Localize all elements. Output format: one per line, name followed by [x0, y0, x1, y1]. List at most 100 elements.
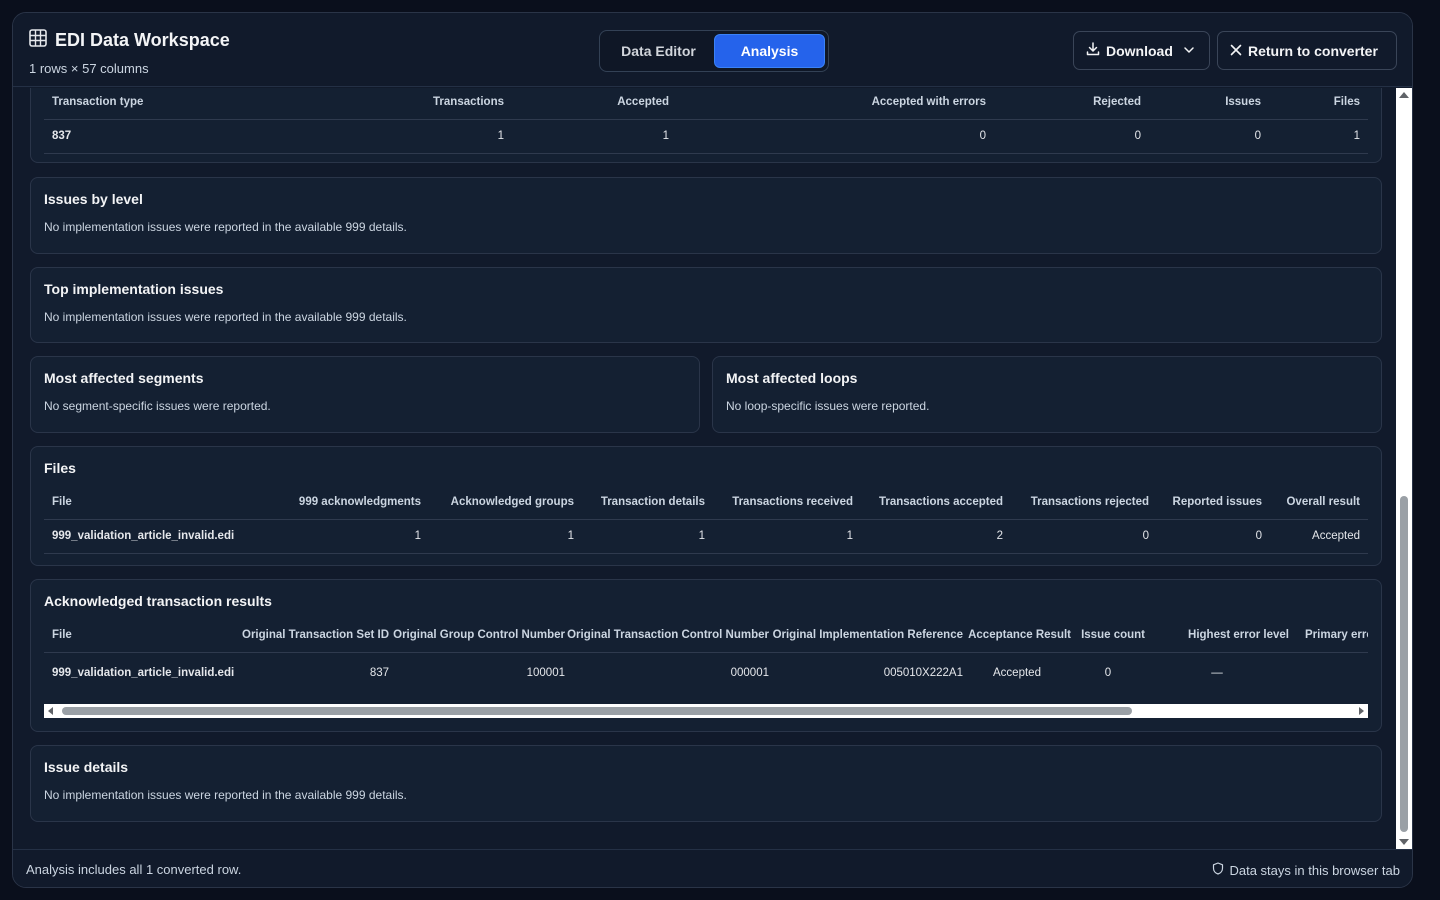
ack-results-card: Acknowledged transaction results File Or… — [30, 579, 1382, 732]
table-cell: 1 — [567, 530, 574, 542]
table-cell: 0 — [979, 130, 986, 142]
col-header: File — [52, 628, 72, 641]
table-row: 999_validation_article_invalid.edi 837 1… — [44, 652, 1368, 694]
page-title: EDI Data Workspace — [55, 30, 230, 50]
col-header: 999 acknowledgments — [298, 495, 421, 508]
page-subtitle: 1 rows × 57 columns — [29, 61, 149, 76]
card-text: No implementation issues were reported i… — [44, 788, 407, 802]
card-text: No segment-specific issues were reported… — [44, 399, 271, 413]
table-cell: 1 — [414, 530, 421, 542]
return-label: Return to converter — [1248, 42, 1378, 59]
col-header: Acknowledged groups — [450, 495, 574, 508]
table-header-row: File 999 acknowledgments Acknowledged gr… — [44, 485, 1368, 519]
col-header: Transaction details — [600, 495, 705, 508]
col-header: Primary error summa — [1305, 628, 1368, 641]
footer: Analysis includes all 1 converted row. D… — [13, 849, 1412, 887]
horizontal-scrollbar[interactable] — [44, 704, 1368, 718]
files-card: Files File 999 acknowledgments Acknowled… — [30, 446, 1382, 566]
table-cell: 1 — [1353, 130, 1360, 142]
col-header: Original Transaction Control Number — [567, 628, 769, 641]
affected-segments-card: Most affected segments No segment-specif… — [30, 356, 700, 433]
table-cell: 005010X222A1 — [883, 667, 963, 680]
issues-by-level-card: Issues by level No implementation issues… — [30, 177, 1382, 254]
footer-status: Analysis includes all 1 converted row. — [26, 862, 242, 877]
col-header: Original Implementation Reference — [772, 628, 963, 641]
ack-results-table: File Original Transaction Set ID Origina… — [44, 618, 1368, 694]
scroll-down-icon[interactable] — [1399, 839, 1409, 845]
close-icon — [1230, 43, 1242, 59]
table-cell: 999_validation_article_invalid.edi — [52, 530, 235, 542]
col-header: Transactions rejected — [1030, 495, 1149, 508]
table-cell — [1289, 652, 1368, 694]
scrollbar-thumb[interactable] — [1400, 496, 1408, 832]
table-header-row: File Original Transaction Set ID Origina… — [44, 618, 1368, 652]
card-text: No implementation issues were reported i… — [44, 310, 407, 324]
affected-loops-card: Most affected loops No loop-specific iss… — [712, 356, 1382, 433]
card-text: No implementation issues were reported i… — [44, 220, 407, 234]
col-header: Transactions received — [732, 495, 853, 508]
scroll-left-icon[interactable] — [48, 707, 53, 715]
table-cell: 0 — [1134, 130, 1141, 142]
col-header: Rejected — [1093, 95, 1141, 108]
col-header: Reported issues — [1172, 495, 1262, 508]
vertical-scrollbar[interactable] — [1396, 88, 1412, 849]
card-title: Issue details — [44, 759, 129, 775]
table-cell: 0 — [1254, 130, 1261, 142]
transaction-summary-table: Transaction type Transactions Accepted A… — [44, 88, 1368, 154]
table-cell: 837 — [369, 667, 389, 680]
card-text: No loop-specific issues were reported. — [726, 399, 930, 413]
table-cell: 0 — [1142, 530, 1149, 542]
table-cell: 0 — [1255, 530, 1262, 542]
card-title: Files — [44, 460, 76, 476]
scrollbar-thumb[interactable] — [62, 707, 1132, 715]
col-header: Acceptance Result — [968, 628, 1071, 641]
files-table: File 999 acknowledgments Acknowledged gr… — [44, 485, 1368, 554]
scroll-right-icon[interactable] — [1359, 707, 1364, 715]
return-to-converter-button[interactable]: Return to converter — [1217, 31, 1397, 70]
table-cell: — — [1211, 667, 1223, 680]
header: EDI Data Workspace 1 rows × 57 columns D… — [13, 13, 1412, 87]
tab-analysis[interactable]: Analysis — [713, 34, 825, 68]
table-cell: Accepted — [1312, 530, 1360, 542]
card-title: Most affected loops — [726, 370, 858, 386]
col-header: Original Transaction Set ID — [242, 628, 389, 641]
analysis-content[interactable]: Transaction type Transactions Accepted A… — [13, 88, 1396, 849]
table-header-row: Transaction type Transactions Accepted A… — [44, 88, 1368, 119]
workspace-window: EDI Data Workspace 1 rows × 57 columns D… — [12, 12, 1413, 888]
col-header: Accepted with errors — [871, 95, 986, 108]
col-header: Transaction type — [52, 95, 144, 108]
table-row: 837 1 1 0 0 0 1 — [44, 119, 1368, 153]
download-icon — [1086, 42, 1100, 59]
col-header: Accepted — [617, 95, 669, 108]
table-cell: 999_validation_article_invalid.edi — [52, 667, 235, 680]
col-header: Transactions accepted — [879, 495, 1003, 508]
card-title: Acknowledged transaction results — [44, 593, 272, 609]
col-header: Original Group Control Number — [393, 628, 565, 641]
table-cell: 000001 — [730, 667, 769, 680]
view-switcher: Data Editor Analysis — [599, 30, 829, 72]
table-cell: 2 — [996, 530, 1003, 542]
col-header: Transactions — [433, 95, 504, 108]
chevron-down-icon — [1183, 43, 1195, 59]
ack-results-scroll-area[interactable]: File Original Transaction Set ID Origina… — [44, 618, 1368, 696]
privacy-note-label: Data stays in this browser tab — [1229, 862, 1400, 878]
table-cell: 1 — [698, 530, 705, 542]
card-title: Issues by level — [44, 191, 143, 207]
table-grid-icon — [29, 29, 47, 52]
table-cell: 837 — [52, 130, 72, 142]
tab-data-editor[interactable]: Data Editor — [603, 34, 714, 68]
table-row: 999_validation_article_invalid.edi 1 1 1… — [44, 519, 1368, 553]
download-button[interactable]: Download — [1073, 31, 1210, 70]
col-header: Issue count — [1081, 628, 1145, 641]
table-cell: 1 — [497, 130, 504, 142]
table-cell: 0 — [1104, 667, 1112, 680]
table-cell: 1 — [662, 130, 669, 142]
issue-details-card: Issue details No implementation issues w… — [30, 745, 1382, 822]
col-header: Files — [1333, 95, 1360, 108]
col-header: Highest error level — [1188, 628, 1289, 641]
shield-icon — [1212, 862, 1224, 878]
card-title: Most affected segments — [44, 370, 204, 386]
scroll-up-icon[interactable] — [1399, 92, 1409, 98]
download-label: Download — [1106, 42, 1173, 59]
col-header: File — [52, 495, 72, 508]
